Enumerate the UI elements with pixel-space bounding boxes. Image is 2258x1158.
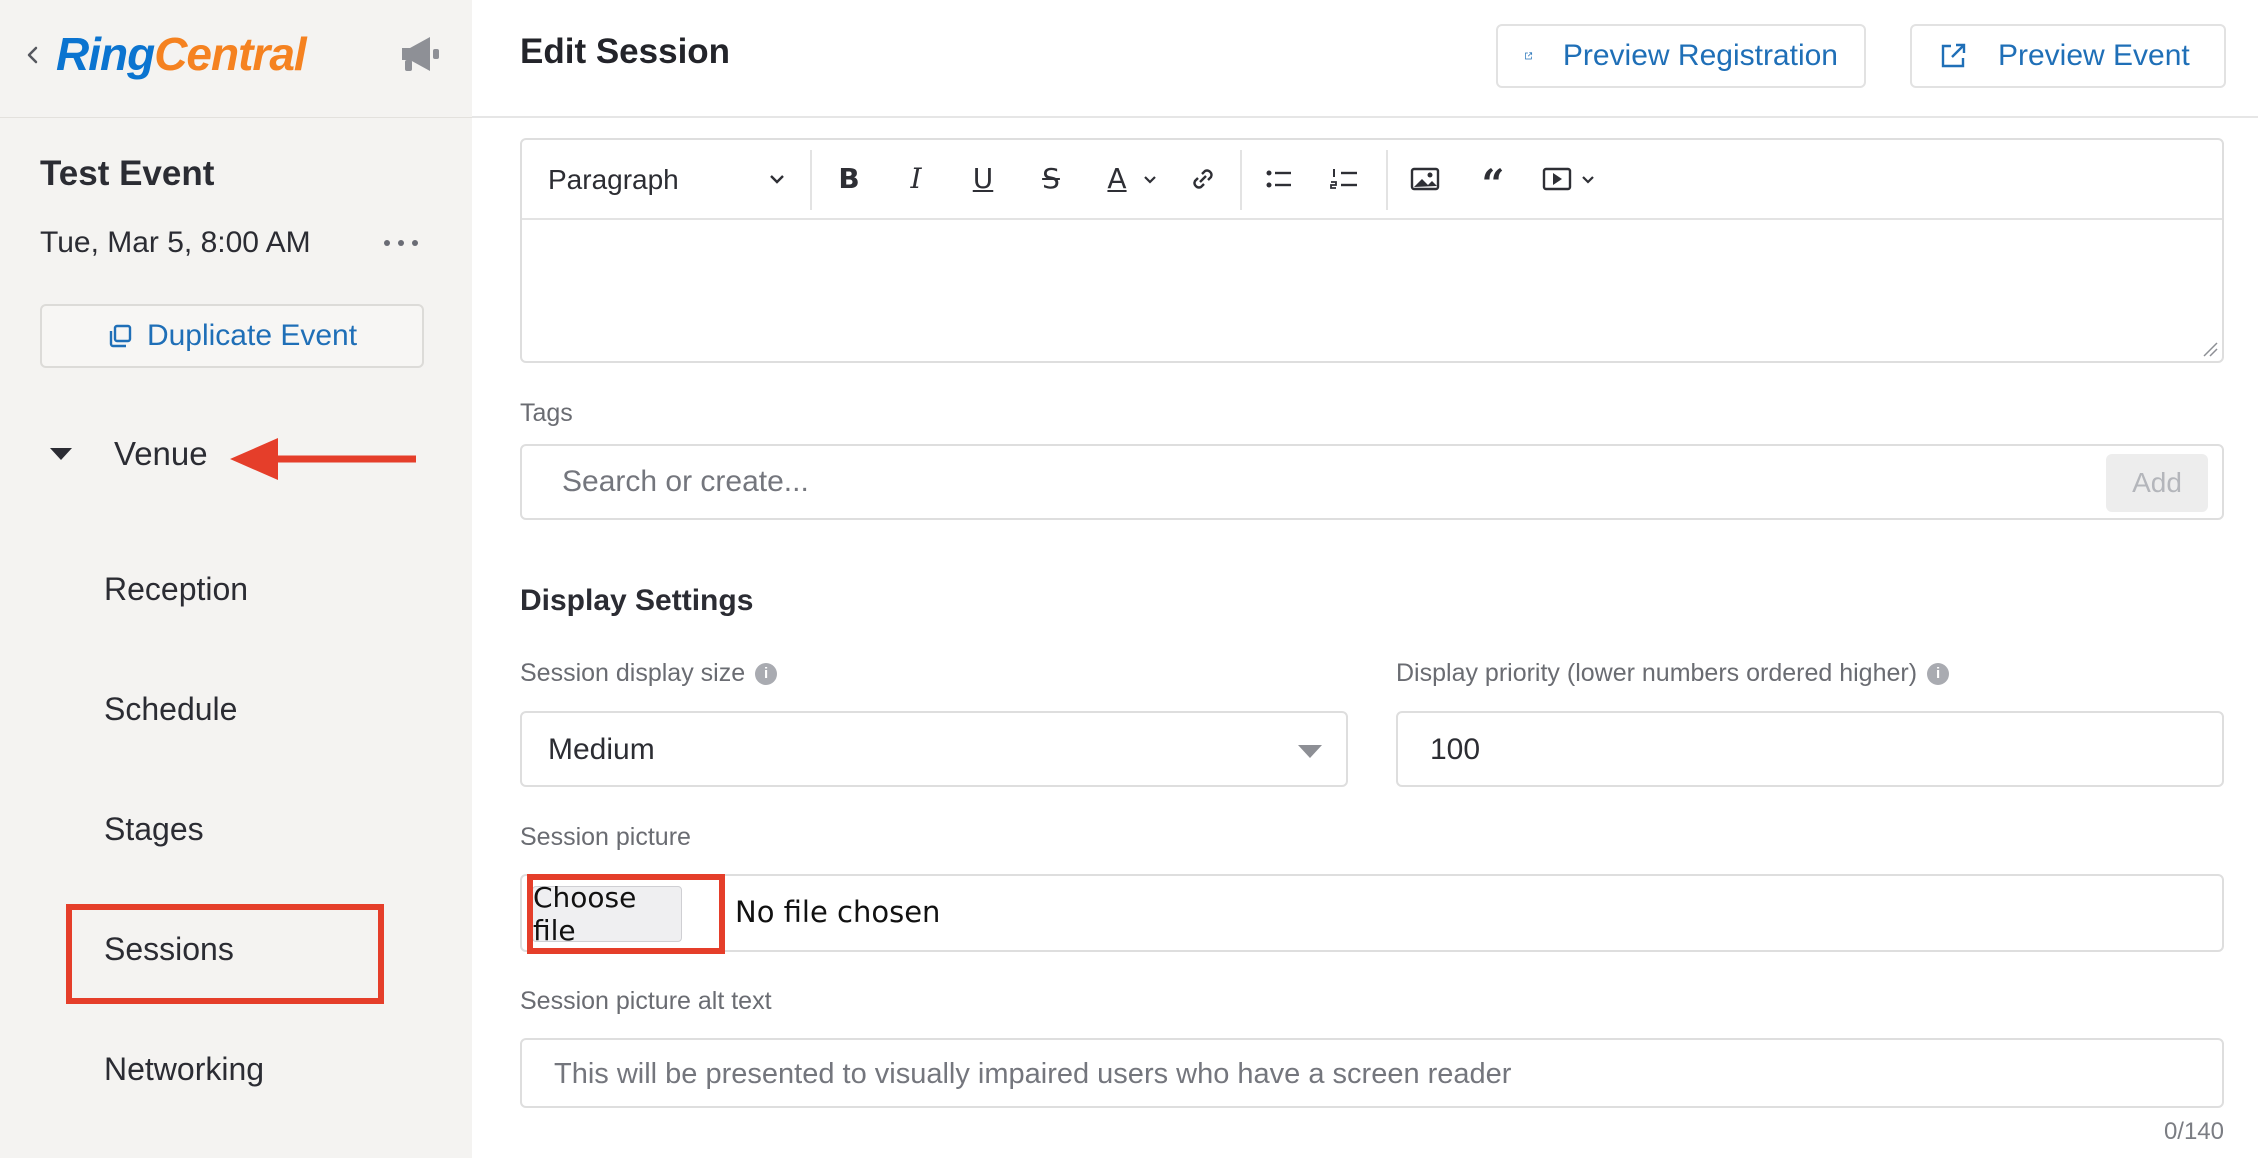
display-priority-value: 100 [1430, 733, 1481, 766]
sidebar-item-reception[interactable]: Reception [104, 571, 248, 608]
display-priority-label: Display priority (lower numbers ordered … [1396, 659, 1950, 688]
chevron-down-icon[interactable] [1580, 174, 1596, 186]
sidebar-item-stages[interactable]: Stages [104, 811, 204, 848]
duplicate-event-label: Duplicate Event [146, 319, 358, 352]
editor-content-area[interactable] [522, 220, 2222, 361]
character-counter: 0/140 [2163, 1118, 2224, 1145]
underline-icon[interactable]: U [966, 162, 1000, 196]
display-size-label: Session display size i [520, 659, 778, 688]
editor-toolbar: Paragraph B I U S A “ [522, 140, 2222, 220]
preview-registration-label: Preview Registration [1562, 39, 1838, 72]
link-icon[interactable] [1186, 162, 1220, 196]
display-size-select[interactable]: Medium [520, 711, 1348, 787]
external-link-icon [1525, 52, 1533, 60]
media-embed-icon[interactable] [1540, 162, 1574, 196]
page-title: Edit Session [520, 32, 731, 71]
annotation-arrow [230, 438, 416, 480]
external-link-icon [1941, 43, 1966, 68]
numbered-list-icon[interactable] [1328, 162, 1362, 196]
event-date: Tue, Mar 5, 8:00 AM [40, 226, 311, 259]
display-settings-title: Display Settings [520, 584, 754, 617]
megaphone-icon[interactable] [396, 32, 446, 76]
tags-label: Tags [520, 399, 573, 427]
info-icon[interactable]: i [1927, 663, 1950, 686]
blockquote-icon[interactable]: “ [1476, 162, 1510, 205]
sidebar-item-venue[interactable]: Venue [40, 428, 208, 480]
more-options-button[interactable] [378, 222, 424, 262]
italic-icon[interactable]: I [899, 162, 933, 196]
tags-field: Add [520, 444, 2224, 520]
duplicate-icon [109, 324, 132, 348]
duplicate-event-button[interactable]: Duplicate Event [40, 304, 424, 368]
chevron-left-icon[interactable] [22, 40, 44, 70]
event-title: Test Event [40, 154, 215, 193]
top-bar: Edit Session Preview Registration Previe… [472, 0, 2258, 118]
paragraph-style-select[interactable]: Paragraph [548, 158, 679, 202]
alt-text-label: Session picture alt text [520, 987, 772, 1015]
bold-icon[interactable]: B [832, 162, 866, 196]
venue-label: Venue [114, 435, 208, 472]
paragraph-style-value: Paragraph [548, 164, 679, 195]
strikethrough-icon[interactable]: S [1034, 162, 1068, 196]
resize-handle-icon[interactable] [2202, 341, 2218, 357]
display-size-value: Medium [548, 733, 655, 766]
ringcentral-logo[interactable]: RingCentral [56, 26, 307, 82]
display-priority-input[interactable]: 100 [1396, 711, 2224, 787]
info-icon[interactable]: i [755, 663, 778, 686]
chevron-down-icon[interactable] [768, 172, 786, 186]
text-color-icon[interactable]: A [1100, 162, 1134, 196]
annotation-highlight-choose-file [527, 874, 725, 954]
caret-down-icon [50, 448, 72, 460]
annotation-highlight-sessions [66, 904, 384, 1004]
tags-search-input[interactable] [562, 462, 2062, 502]
bulleted-list-icon[interactable] [1262, 162, 1296, 196]
caret-down-icon [1298, 745, 1322, 758]
rich-text-editor: Paragraph B I U S A “ [520, 138, 2224, 363]
add-tag-button[interactable]: Add [2106, 454, 2208, 512]
preview-event-button[interactable]: Preview Event [1910, 24, 2226, 88]
no-file-chosen-text: No file chosen [735, 895, 941, 929]
sidebar-item-schedule[interactable]: Schedule [104, 691, 237, 728]
sidebar-header: RingCentral [0, 0, 472, 118]
preview-event-label: Preview Event [1998, 39, 2190, 72]
alt-text-field [520, 1038, 2224, 1108]
preview-registration-button[interactable]: Preview Registration [1496, 24, 1866, 88]
sidebar-item-networking[interactable]: Networking [104, 1051, 264, 1088]
session-picture-label: Session picture [520, 823, 691, 851]
alt-text-input[interactable] [554, 1054, 2154, 1094]
image-icon[interactable] [1408, 162, 1442, 196]
chevron-down-icon[interactable] [1142, 174, 1158, 186]
sidebar: RingCentral Test Event Tue, Mar 5, 8:00 … [0, 0, 472, 1158]
